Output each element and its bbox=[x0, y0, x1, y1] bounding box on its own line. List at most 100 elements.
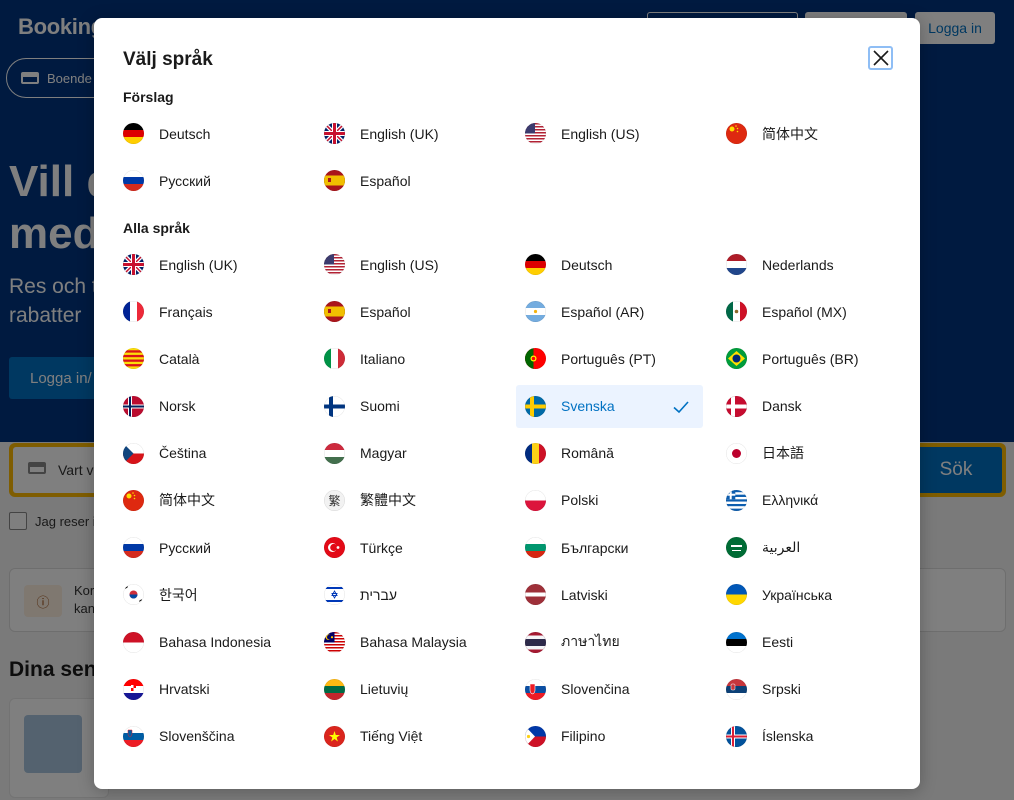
language-option-rs[interactable]: Srpski bbox=[717, 668, 904, 711]
language-option-us[interactable]: English (US) bbox=[516, 112, 703, 155]
flag-tr-icon bbox=[324, 537, 345, 559]
flag-lv-icon bbox=[525, 584, 546, 606]
flag-es-icon bbox=[324, 301, 345, 323]
flag-pt-icon bbox=[525, 348, 546, 370]
language-option-cz[interactable]: Čeština bbox=[114, 432, 301, 475]
language-label: Hrvatski bbox=[159, 681, 210, 698]
flag-bg-icon bbox=[525, 537, 546, 559]
language-label: Italiano bbox=[360, 350, 406, 367]
all-languages-heading: Alla språk bbox=[123, 220, 190, 236]
flag-ar-icon bbox=[525, 301, 546, 323]
language-option-cn[interactable]: 简体中文 bbox=[114, 479, 301, 522]
close-button[interactable] bbox=[868, 46, 893, 70]
language-option-lt[interactable]: Lietuvių bbox=[315, 668, 502, 711]
language-option-vn[interactable]: Tiếng Việt bbox=[315, 715, 502, 758]
language-label: 简体中文 bbox=[762, 125, 818, 142]
flag-il-icon bbox=[324, 584, 345, 606]
language-option-ua[interactable]: Українська bbox=[717, 573, 904, 616]
language-label: Ελληνικά bbox=[762, 492, 819, 509]
language-option-dk[interactable]: Dansk bbox=[717, 385, 904, 428]
language-option-pl[interactable]: Polski bbox=[516, 479, 703, 522]
language-option-hu[interactable]: Magyar bbox=[315, 432, 502, 475]
flag-rs-icon bbox=[726, 678, 747, 700]
language-option-es[interactable]: Español bbox=[315, 159, 502, 202]
language-option-gb[interactable]: English (UK) bbox=[114, 243, 301, 286]
language-option-pt[interactable]: Português (PT) bbox=[516, 337, 703, 380]
language-option-se[interactable]: Svenska bbox=[516, 384, 703, 428]
language-option-ee[interactable]: Eesti bbox=[717, 621, 904, 664]
flag-ro-icon bbox=[525, 442, 546, 464]
language-option-cn[interactable]: 简体中文 bbox=[717, 112, 904, 155]
flag-br-icon bbox=[726, 348, 747, 370]
language-option-jp[interactable]: 日本語 bbox=[717, 432, 904, 475]
language-option-fi[interactable]: Suomi bbox=[315, 385, 502, 428]
flag-sk-icon bbox=[525, 678, 546, 700]
suggestions-list: Deutsch English (UK) English (US) 简体中文 Русск… bbox=[114, 110, 902, 204]
flag-us-icon bbox=[324, 254, 345, 275]
language-option-cat[interactable]: Català bbox=[114, 337, 301, 380]
language-option-fr[interactable]: Français bbox=[114, 290, 301, 333]
flag-cz-icon bbox=[123, 442, 144, 464]
flag-sa-icon bbox=[726, 537, 747, 559]
flag-es-icon bbox=[324, 170, 345, 191]
language-option-es[interactable]: Español bbox=[315, 290, 502, 333]
language-label: 简体中文 bbox=[159, 492, 215, 509]
language-label: Català bbox=[159, 350, 200, 367]
language-option-it[interactable]: Italiano bbox=[315, 337, 502, 380]
language-option-sk[interactable]: Slovenčina bbox=[516, 668, 703, 711]
language-option-hr[interactable]: Hrvatski bbox=[114, 668, 301, 711]
language-option-br[interactable]: Português (BR) bbox=[717, 337, 904, 380]
language-option-tw[interactable]: 繁 繁體中文 bbox=[315, 479, 502, 522]
language-option-ru[interactable]: Русский bbox=[114, 526, 301, 569]
language-option-gr[interactable]: Ελληνικά bbox=[717, 479, 904, 522]
language-label: עברית bbox=[360, 586, 398, 603]
language-option-kr[interactable]: 한국어 bbox=[114, 573, 301, 616]
language-label: Lietuvių bbox=[360, 681, 409, 698]
language-label: English (UK) bbox=[360, 125, 439, 142]
language-label: Íslenska bbox=[762, 728, 814, 745]
language-option-ru[interactable]: Русский bbox=[114, 159, 301, 202]
flag-th-icon bbox=[525, 631, 546, 653]
language-label: Čeština bbox=[159, 445, 207, 462]
flag-de-icon bbox=[123, 123, 144, 144]
language-option-th[interactable]: ภาษาไทย bbox=[516, 621, 703, 664]
language-option-id[interactable]: Bahasa Indonesia bbox=[114, 621, 301, 664]
flag-gb-icon bbox=[324, 123, 345, 144]
language-option-ar[interactable]: Español (AR) bbox=[516, 290, 703, 333]
language-modal: Välj språk Förslag Deutsch English (UK) En… bbox=[94, 18, 920, 789]
language-option-tr[interactable]: Türkçe bbox=[315, 526, 502, 569]
flag-gb-icon bbox=[123, 254, 144, 275]
language-option-bg[interactable]: Български bbox=[516, 526, 703, 569]
flag-hu-icon bbox=[324, 442, 345, 464]
language-label: Tiếng Việt bbox=[360, 728, 423, 745]
language-option-us[interactable]: English (US) bbox=[315, 243, 502, 286]
language-option-no[interactable]: Norsk bbox=[114, 385, 301, 428]
language-label: Bahasa Indonesia bbox=[159, 634, 272, 650]
language-label: Slovenčina bbox=[561, 681, 630, 698]
language-label: Polski bbox=[561, 492, 599, 509]
language-label: Română bbox=[561, 445, 614, 462]
flag-cn-icon bbox=[726, 123, 747, 144]
language-option-de[interactable]: Deutsch bbox=[114, 112, 301, 155]
language-label: English (US) bbox=[360, 256, 439, 273]
flag-us-icon bbox=[525, 123, 546, 144]
language-option-si[interactable]: Slovenščina bbox=[114, 715, 301, 758]
language-option-gb[interactable]: English (UK) bbox=[315, 112, 502, 155]
language-label: Nederlands bbox=[762, 256, 834, 273]
flag-nl-icon bbox=[726, 254, 747, 275]
language-option-lv[interactable]: Latviski bbox=[516, 573, 703, 616]
language-option-ph[interactable]: Filipino bbox=[516, 715, 703, 758]
language-option-ro[interactable]: Română bbox=[516, 432, 703, 475]
language-label: Español (MX) bbox=[762, 303, 847, 320]
language-label: Norsk bbox=[159, 398, 196, 415]
language-option-de[interactable]: Deutsch bbox=[516, 243, 703, 286]
checkmark-icon bbox=[673, 401, 689, 413]
language-option-nl[interactable]: Nederlands bbox=[717, 243, 904, 286]
language-option-sa[interactable]: العربية bbox=[717, 526, 904, 569]
language-option-my[interactable]: Bahasa Malaysia bbox=[315, 621, 502, 664]
language-option-is[interactable]: Íslenska bbox=[717, 715, 904, 758]
language-option-mx[interactable]: Español (MX) bbox=[717, 290, 904, 333]
flag-cat-icon bbox=[123, 348, 144, 370]
flag-no-icon bbox=[123, 395, 144, 417]
language-option-il[interactable]: עברית bbox=[315, 573, 502, 616]
